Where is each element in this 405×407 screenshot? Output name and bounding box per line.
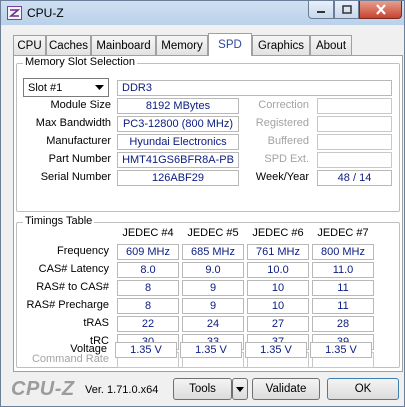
timings-cell: 27 <box>247 316 309 332</box>
timings-cell: 1.35 V <box>115 342 177 358</box>
buffered-field <box>317 134 392 150</box>
tab-about[interactable]: About <box>310 35 352 55</box>
part-number-label: Part Number <box>48 153 111 165</box>
cpuz-app-icon <box>7 6 22 20</box>
serial-number-label: Serial Number <box>40 171 111 183</box>
manufacturer-label: Manufacturer <box>46 135 111 147</box>
timings-cell: 609 MHz <box>117 244 179 260</box>
timings-cell: 1.35 V <box>245 342 307 358</box>
close-icon <box>375 4 386 15</box>
tab-mainboard[interactable]: Mainboard <box>91 35 156 55</box>
spd-ext-field <box>317 152 392 168</box>
slot-select-value: Slot #1 <box>28 81 63 94</box>
timings-cell: 11 <box>312 280 374 296</box>
minimize-icon <box>317 10 325 13</box>
timings-cell: 28 <box>312 316 374 332</box>
timings-cell: 11.0 <box>312 262 374 278</box>
timings-cell: 8 <box>117 280 179 296</box>
timings-cell: 9 <box>182 280 244 296</box>
timings-cell: 9.0 <box>182 262 244 278</box>
slot-select[interactable]: Slot #1 <box>23 78 109 97</box>
title-bar[interactable]: CPU-Z <box>1 1 404 25</box>
timings-cell: 10.0 <box>247 262 309 278</box>
tools-button[interactable]: Tools <box>173 378 232 400</box>
minimize-button[interactable] <box>308 1 334 19</box>
spd-ext-label: SPD Ext. <box>264 153 309 165</box>
chevron-down-icon <box>93 81 106 94</box>
week-year-value: 48 / 14 <box>317 170 392 186</box>
validate-button[interactable]: Validate <box>252 378 320 400</box>
registered-label: Registered <box>255 117 309 129</box>
tab-memory[interactable]: Memory <box>156 35 208 55</box>
tab-graphics[interactable]: Graphics <box>252 35 310 55</box>
timings-cell: 22 <box>117 316 179 332</box>
tools-dropdown-button[interactable] <box>232 378 248 400</box>
maximize-icon <box>341 4 352 14</box>
ok-button[interactable]: OK <box>327 378 399 400</box>
timings-column-header: JEDEC #5 <box>187 227 239 239</box>
correction-label: Correction <box>258 99 309 111</box>
buffered-label: Buffered <box>267 135 309 147</box>
bottom-bar: CPU-Z Ver. 1.71.0.x64 Tools Validate OK <box>6 377 399 401</box>
timings-cell: 685 MHz <box>182 244 244 260</box>
correction-field <box>317 98 392 114</box>
timings-row-label: Frequency <box>57 245 109 257</box>
timings-group-title: Timings Table <box>23 215 95 227</box>
timings-row-label: RAS# to CAS# <box>36 281 109 293</box>
timings-cell: 9 <box>182 298 244 314</box>
module-size-value: 8192 MBytes <box>117 98 239 114</box>
timings-row-label: CAS# Latency <box>38 263 109 275</box>
timings-cell: 761 MHz <box>247 244 309 260</box>
timings-cell: 11 <box>312 298 374 314</box>
timings-cell: 8 <box>117 298 179 314</box>
max-bandwidth-value: PC3-12800 (800 MHz) <box>117 116 239 132</box>
manufacturer-value: Hyundai Electronics <box>117 134 239 150</box>
week-year-label: Week/Year <box>255 171 309 183</box>
max-bandwidth-label: Max Bandwidth <box>35 117 111 129</box>
timings-column-header: JEDEC #6 <box>252 227 304 239</box>
tab-spd[interactable]: SPD <box>208 33 252 56</box>
timings-row-label: Voltage <box>70 343 107 355</box>
part-number-value: HMT41GS6BFR8A-PB <box>117 152 239 168</box>
timings-cell: 800 MHz <box>312 244 374 260</box>
tab-caches[interactable]: Caches <box>46 35 91 55</box>
spd-panel: Memory Slot Selection Slot #1 DDR3 Modul… <box>13 55 403 372</box>
close-button[interactable] <box>359 1 402 19</box>
client-area: CPU Caches Mainboard Memory SPD Graphics… <box>6 25 403 401</box>
timings-cell: 1.35 V <box>180 342 242 358</box>
timings-cell: 10 <box>247 298 309 314</box>
registered-field <box>317 116 392 132</box>
cpuz-brand-logo: CPU-Z <box>11 378 75 400</box>
timings-column-header: JEDEC #4 <box>122 227 174 239</box>
timings-row-label: RAS# Precharge <box>26 299 109 311</box>
chevron-down-icon <box>236 386 244 392</box>
module-size-label: Module Size <box>50 99 111 111</box>
memory-type-field: DDR3 <box>117 80 392 96</box>
cpuz-window: CPU-Z CPU Caches Mainboard Memory SPD Gr… <box>0 0 405 407</box>
timings-cell: 1.35 V <box>310 342 372 358</box>
timings-cell: 10 <box>247 280 309 296</box>
serial-number-value: 126ABF29 <box>117 170 239 186</box>
timings-column-header: JEDEC #7 <box>317 227 369 239</box>
version-text: Ver. 1.71.0.x64 <box>85 384 159 396</box>
voltage-row: Voltage 1.35 V 1.35 V 1.35 V 1.35 V <box>15 342 401 360</box>
timings-cell: 8.0 <box>117 262 179 278</box>
memory-slot-group: Memory Slot Selection Slot #1 DDR3 Modul… <box>16 56 400 212</box>
timings-row-label: tRAS <box>83 317 109 329</box>
maximize-button[interactable] <box>334 1 359 19</box>
memory-slot-group-title: Memory Slot Selection <box>23 56 138 68</box>
window-title: CPU-Z <box>27 6 64 20</box>
timings-cell: 24 <box>182 316 244 332</box>
tab-cpu[interactable]: CPU <box>13 35 46 55</box>
